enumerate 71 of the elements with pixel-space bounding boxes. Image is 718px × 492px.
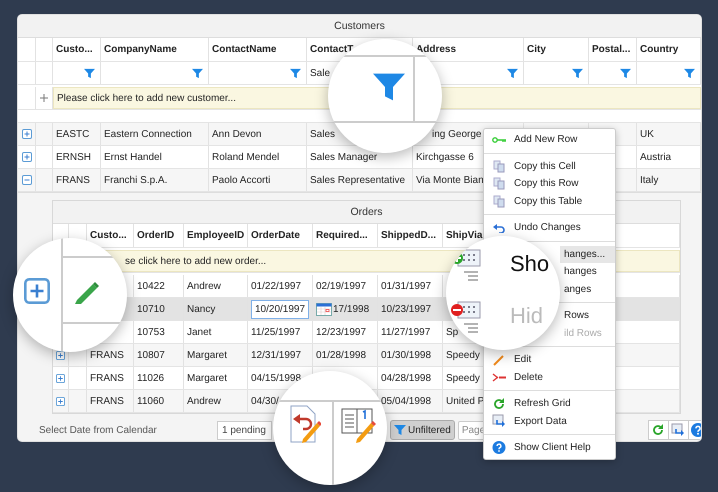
- table-cell: 12/23/1997: [313, 321, 378, 343]
- table-cell: 12/31/1997: [248, 344, 313, 366]
- menu-item[interactable]: Refresh Grid: [484, 395, 615, 412]
- table-cell: 01/30/1998: [378, 344, 443, 366]
- table-cell: 17/1998: [333, 304, 370, 314]
- add-row-prompt[interactable]: Please click here to add new customer...: [57, 92, 236, 104]
- table-cell: Eastern Connection: [101, 123, 209, 145]
- menu-item-text: Sho: [510, 252, 550, 276]
- table-cell: EASTC: [53, 123, 101, 145]
- table-cell: 10710: [134, 298, 184, 320]
- table-cell: FRANS: [53, 169, 101, 191]
- table-cell: UK: [637, 123, 701, 145]
- column-header[interactable]: Postal...: [592, 44, 630, 55]
- table-cell: 01/22/1997: [248, 275, 313, 297]
- table-cell: Italy: [637, 169, 701, 191]
- column-header[interactable]: Country: [640, 44, 678, 55]
- grid-title: Customers: [18, 15, 701, 38]
- table-cell: 11026: [134, 367, 184, 389]
- date-input[interactable]: 10/20/1997: [251, 300, 309, 318]
- column-header[interactable]: OrderID: [137, 230, 174, 241]
- column-header[interactable]: OrderDate: [251, 230, 300, 241]
- table-cell: Janet: [184, 321, 248, 343]
- column-header[interactable]: EmployeeID: [187, 230, 244, 241]
- table-cell: 11/27/1997: [378, 321, 443, 343]
- table-cell: 10422: [134, 275, 184, 297]
- column-header[interactable]: Address: [416, 44, 456, 55]
- column-header[interactable]: Required...: [316, 230, 368, 241]
- table-cell: Margaret: [184, 367, 248, 389]
- column-header[interactable]: Custo...: [56, 44, 93, 55]
- table-cell: FRANS: [87, 390, 134, 412]
- table-cell: 10/23/1997: [378, 298, 443, 320]
- table-cell: 10807: [134, 344, 184, 366]
- table-cell: Nancy: [184, 298, 248, 320]
- column-header[interactable]: ContactT: [310, 44, 354, 55]
- table-cell: 11060: [134, 390, 184, 412]
- table-cell: 01/28/1998: [313, 344, 378, 366]
- table-cell: Ann Devon: [209, 123, 307, 145]
- table-cell: 01/31/1997: [378, 275, 443, 297]
- menu-item[interactable]: anges: [560, 280, 615, 298]
- table-cell: Andrew: [184, 390, 248, 412]
- table-cell: Andrew: [184, 275, 248, 297]
- table-cell: Ernst Handel: [101, 146, 209, 168]
- menu-item[interactable]: Add New Row: [484, 131, 615, 148]
- status-text: Select Date from Calendar: [39, 424, 158, 436]
- table-cell: 10753: [134, 321, 184, 343]
- table-cell: Franchi S.p.A.: [101, 169, 209, 191]
- menu-item[interactable]: hanges...: [560, 246, 615, 263]
- table-cell: Austria: [637, 146, 701, 168]
- pending-count: 1 pending: [217, 420, 272, 440]
- column-header[interactable]: ShipVia: [446, 230, 482, 241]
- column-header[interactable]: CompanyName: [104, 44, 177, 55]
- add-row-prompt[interactable]: se click here to add new order...: [125, 256, 266, 266]
- menu-item[interactable]: Edit: [484, 351, 615, 368]
- table-cell: Roland Mendel: [209, 146, 307, 168]
- filter-field[interactable]: Sale: [310, 68, 330, 78]
- table-cell: ERNSH: [53, 146, 101, 168]
- menu-item[interactable]: Delete: [484, 368, 615, 386]
- column-header[interactable]: ShippedD...: [381, 230, 436, 241]
- table-cell: ing George: [432, 128, 482, 140]
- table-cell: Margaret: [184, 344, 248, 366]
- column-header[interactable]: ContactName: [212, 44, 276, 55]
- table-cell: Paolo Accorti: [209, 169, 307, 191]
- table-cell: 02/19/1997: [313, 275, 378, 297]
- menu-item[interactable]: Show Client Help: [484, 439, 615, 456]
- column-header[interactable]: Custo...: [90, 230, 127, 241]
- table-cell: FRANS: [87, 367, 134, 389]
- table-cell: 11/25/1997: [248, 321, 313, 343]
- table-cell: Sales Representative: [307, 169, 413, 191]
- filter-toggle-button[interactable]: Unfiltered: [390, 420, 455, 440]
- column-header[interactable]: City: [527, 44, 546, 55]
- menu-item[interactable]: Export Data: [484, 412, 615, 430]
